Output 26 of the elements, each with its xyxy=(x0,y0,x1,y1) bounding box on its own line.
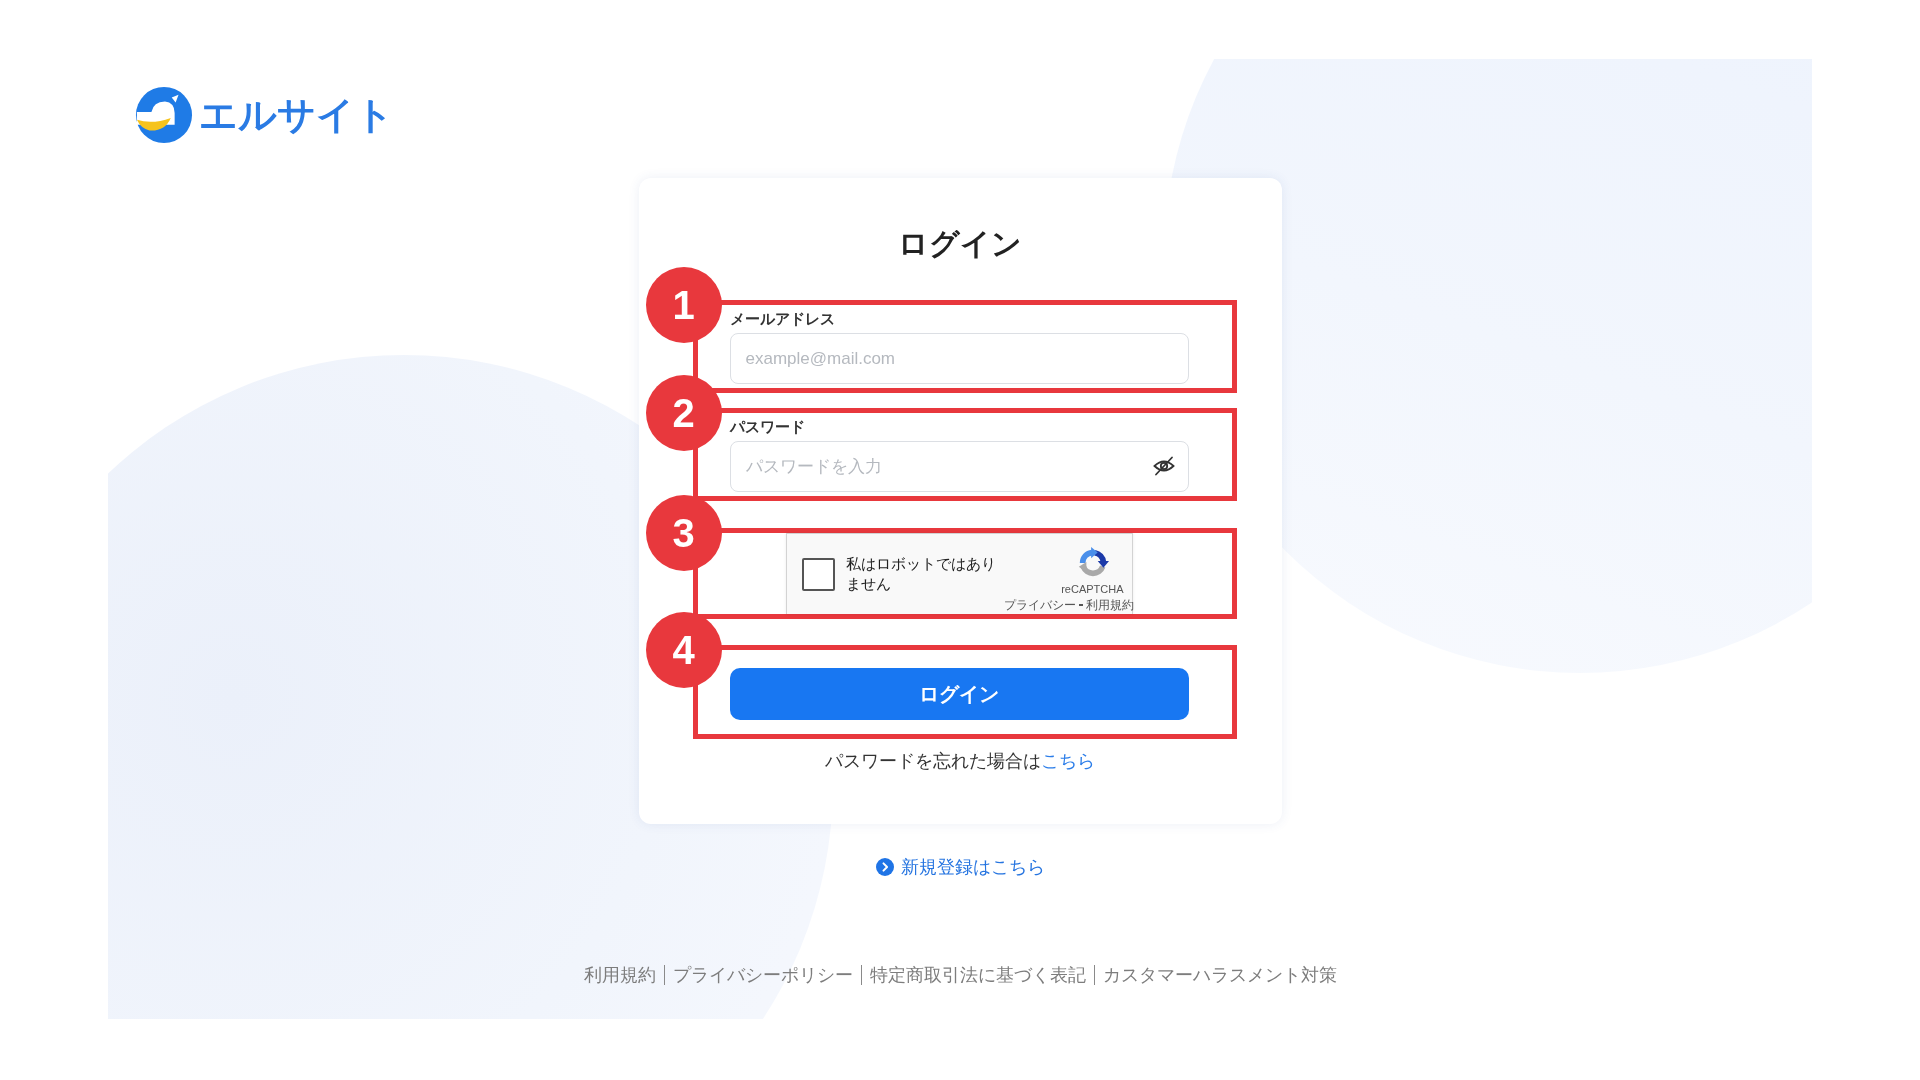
logo-text: エルサイト xyxy=(199,96,394,134)
callout-number: 4 xyxy=(645,612,722,688)
callout-number: 1 xyxy=(645,267,722,343)
login-button[interactable]: ログイン xyxy=(729,668,1189,720)
forgot-password-link[interactable]: こちら xyxy=(1041,751,1095,771)
captcha-label: 私はロボットではありません xyxy=(845,554,997,594)
password-label: パスワード xyxy=(729,418,806,436)
email-label: メールアドレス xyxy=(729,310,836,328)
email-field[interactable]: example@mail.com xyxy=(729,333,1189,384)
callout-number: 2 xyxy=(645,375,722,451)
footer-link[interactable]: 利用規約 xyxy=(583,963,656,987)
callout-number: 3 xyxy=(645,495,722,571)
captcha-brand: reCAPTCHA xyxy=(1061,583,1124,595)
password-field[interactable]: パスワードを入力 xyxy=(729,441,1189,492)
forgot-password-text: パスワードを忘れた場合はこちら xyxy=(824,750,1096,773)
captcha-checkbox[interactable] xyxy=(801,557,835,591)
chevron-circle-icon xyxy=(875,858,894,876)
signup-link[interactable]: 新規登録はこちら xyxy=(875,855,1045,879)
login-title: ログイン xyxy=(897,226,1023,262)
privacy-link[interactable]: プライバシー xyxy=(1003,598,1076,612)
footer-link[interactable]: カスタマーハラスメント対策 xyxy=(1102,963,1337,987)
terms-link[interactable]: 利用規約 xyxy=(1085,598,1134,612)
logo-icon xyxy=(135,86,193,144)
footer-link[interactable]: 特定商取引法に基づく表記 xyxy=(869,963,1086,987)
footer-link[interactable]: プライバシーポリシー xyxy=(672,963,853,987)
eye-slash-icon[interactable] xyxy=(1152,456,1175,476)
